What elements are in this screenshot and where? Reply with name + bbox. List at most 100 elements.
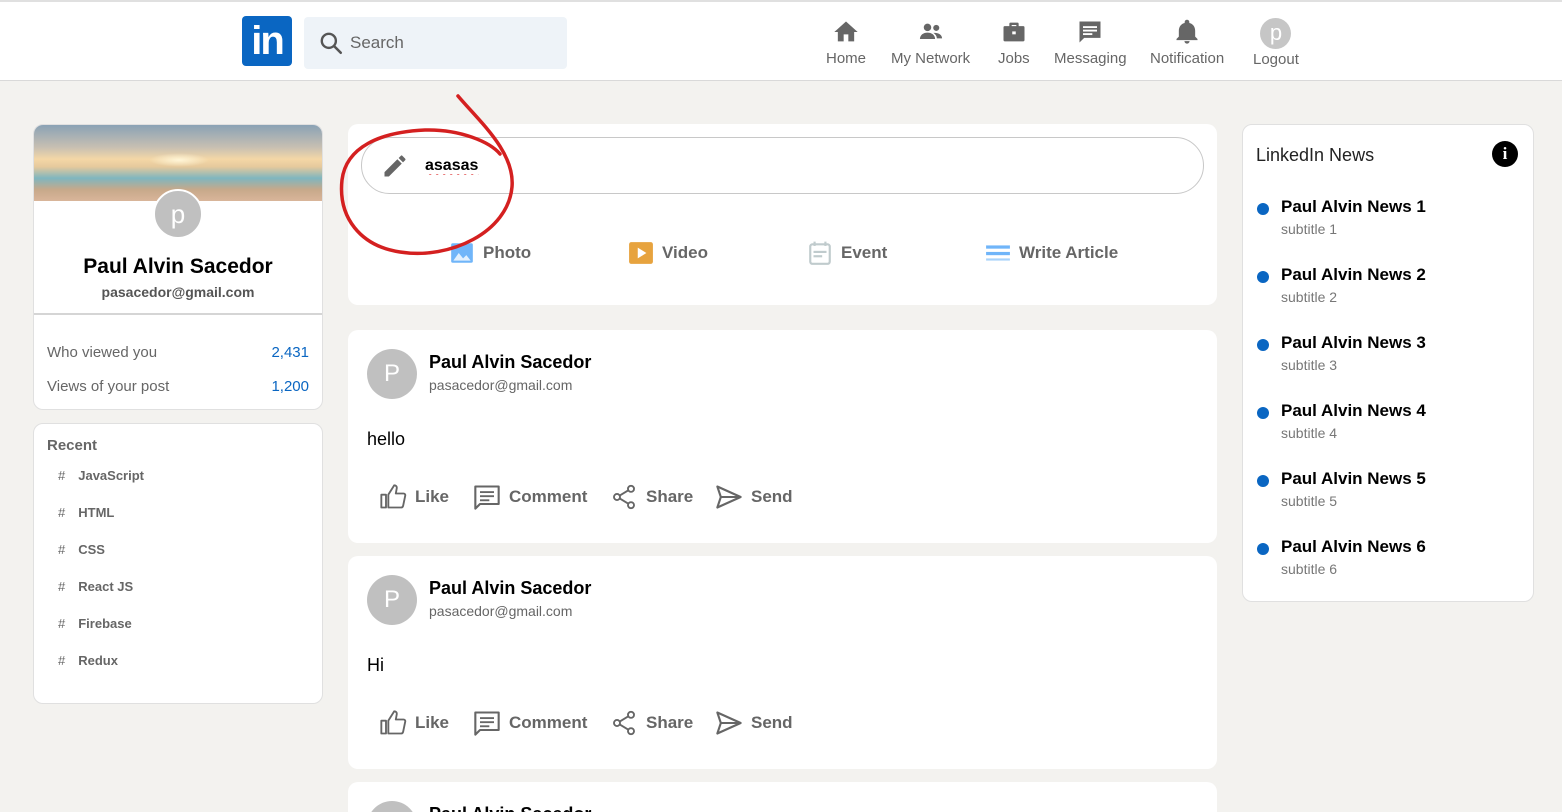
hash-icon: # <box>58 616 66 631</box>
recent-label: CSS <box>78 542 105 557</box>
stat-who-viewed[interactable]: Who viewed you 2,431 <box>47 344 309 361</box>
post-avatar[interactable] <box>367 801 417 812</box>
hash-icon: # <box>58 579 66 594</box>
news-heading: Paul Alvin News 3 <box>1281 333 1426 352</box>
hash-icon: # <box>58 542 66 557</box>
news-card: LinkedIn News i Paul Alvin News 1 subtit… <box>1242 124 1534 602</box>
action-label: Send <box>751 713 793 732</box>
recent-label: HTML <box>78 505 115 520</box>
bullet-icon <box>1257 271 1269 283</box>
nav-notification[interactable]: Notification <box>1150 18 1224 67</box>
people-icon <box>919 23 942 39</box>
nav-label: Messaging <box>1054 50 1127 67</box>
search-icon <box>320 32 343 55</box>
news-subtitle: subtitle 4 <box>1281 425 1338 441</box>
news-heading: Paul Alvin News 1 <box>1281 197 1426 216</box>
option-label: Photo <box>483 243 532 262</box>
option-label: Write Article <box>1019 243 1119 262</box>
share-button[interactable]: Share <box>610 483 693 511</box>
write-article-option[interactable]: Write Article <box>985 240 1118 266</box>
recent-item[interactable]: # Redux <box>47 653 309 690</box>
news-subtitle: subtitle 3 <box>1281 357 1338 373</box>
send-icon <box>716 485 742 509</box>
chat-icon <box>1079 21 1101 43</box>
action-label: Send <box>751 487 793 506</box>
calendar-icon <box>809 241 831 265</box>
recent-item[interactable]: # Firebase <box>47 616 309 653</box>
nav-label: Jobs <box>998 50 1030 67</box>
comment-icon <box>474 711 500 736</box>
thumbs-up-icon <box>380 484 407 509</box>
hash-icon: # <box>58 653 66 668</box>
bullet-icon <box>1257 339 1269 351</box>
news-heading: Paul Alvin News 5 <box>1281 469 1426 488</box>
search-input[interactable] <box>350 33 550 53</box>
nav-messaging[interactable]: Messaging <box>1054 18 1127 67</box>
share-icon <box>613 484 635 510</box>
hash-icon: # <box>58 468 66 483</box>
article-icon <box>986 245 1010 261</box>
bullet-icon <box>1257 203 1269 215</box>
recent-item[interactable]: # HTML <box>47 505 309 542</box>
action-label: Comment <box>509 487 588 506</box>
nav-logout[interactable]: p Logout <box>1253 18 1299 68</box>
search-bar[interactable] <box>304 17 567 69</box>
post-author-name[interactable]: Paul Alvin Sacedor <box>429 804 591 812</box>
recent-item[interactable]: # React JS <box>47 579 309 616</box>
top-header: in Home My Network Jobs Messaging Notifi… <box>0 0 1562 81</box>
event-option[interactable]: Event <box>807 240 887 266</box>
home-icon <box>834 21 858 42</box>
bullet-icon <box>1257 543 1269 555</box>
recent-label: Redux <box>78 653 118 668</box>
hash-icon: # <box>58 505 66 520</box>
nav-jobs[interactable]: Jobs <box>998 18 1030 67</box>
nav-label: My Network <box>891 50 971 67</box>
stat-label: Views of your post <box>47 378 170 395</box>
nav-home[interactable]: Home <box>826 18 866 67</box>
post-author-name[interactable]: Paul Alvin Sacedor <box>429 352 591 373</box>
stat-value: 2,431 <box>271 344 309 361</box>
info-icon[interactable]: i <box>1492 141 1518 167</box>
thumbs-up-icon <box>380 710 407 735</box>
news-heading: Paul Alvin News 4 <box>1281 401 1426 420</box>
option-label: Video <box>662 243 708 262</box>
profile-email: pasacedor@gmail.com <box>101 284 255 300</box>
image-icon <box>451 243 473 263</box>
recent-item[interactable]: # JavaScript <box>47 468 309 505</box>
share-button[interactable]: Share <box>610 709 693 737</box>
post-avatar[interactable]: P <box>367 575 417 625</box>
profile-card: p Paul Alvin Sacedor pasacedor@gmail.com… <box>33 124 323 410</box>
post-author-email: pasacedor@gmail.com <box>429 377 573 393</box>
post-text-input[interactable] <box>425 156 1125 175</box>
post-avatar[interactable]: P <box>367 349 417 399</box>
pencil-icon <box>384 154 406 176</box>
profile-name: Paul Alvin Sacedor <box>83 255 273 278</box>
comment-button[interactable]: Comment <box>473 709 587 737</box>
post-author-email: pasacedor@gmail.com <box>429 603 573 619</box>
photo-option[interactable]: Photo <box>449 240 531 266</box>
comment-button[interactable]: Comment <box>473 483 587 511</box>
action-label: Like <box>415 487 450 506</box>
share-icon <box>613 710 635 736</box>
send-button[interactable]: Send <box>715 709 793 737</box>
news-heading: Paul Alvin News 6 <box>1281 537 1426 556</box>
bullet-icon <box>1257 407 1269 419</box>
send-button[interactable]: Send <box>715 483 793 511</box>
news-subtitle: subtitle 1 <box>1281 221 1338 237</box>
post-message: hello <box>367 429 406 449</box>
profile-avatar[interactable]: p <box>153 189 203 239</box>
composer-input-box[interactable] <box>361 137 1204 194</box>
news-subtitle: subtitle 2 <box>1281 289 1338 305</box>
nav-my-network[interactable]: My Network <box>891 18 970 67</box>
stat-post-views[interactable]: Views of your post 1,200 <box>47 378 309 395</box>
like-button[interactable]: Like <box>379 709 449 737</box>
action-label: Like <box>415 713 450 732</box>
like-button[interactable]: Like <box>379 483 449 511</box>
post-author-name[interactable]: Paul Alvin Sacedor <box>429 578 591 599</box>
video-option[interactable]: Video <box>628 240 708 266</box>
news-subtitle: subtitle 6 <box>1281 561 1338 577</box>
linkedin-logo[interactable]: in <box>242 16 292 66</box>
comment-icon <box>474 485 500 510</box>
recent-item[interactable]: # CSS <box>47 542 309 579</box>
recent-label: React JS <box>78 579 134 594</box>
